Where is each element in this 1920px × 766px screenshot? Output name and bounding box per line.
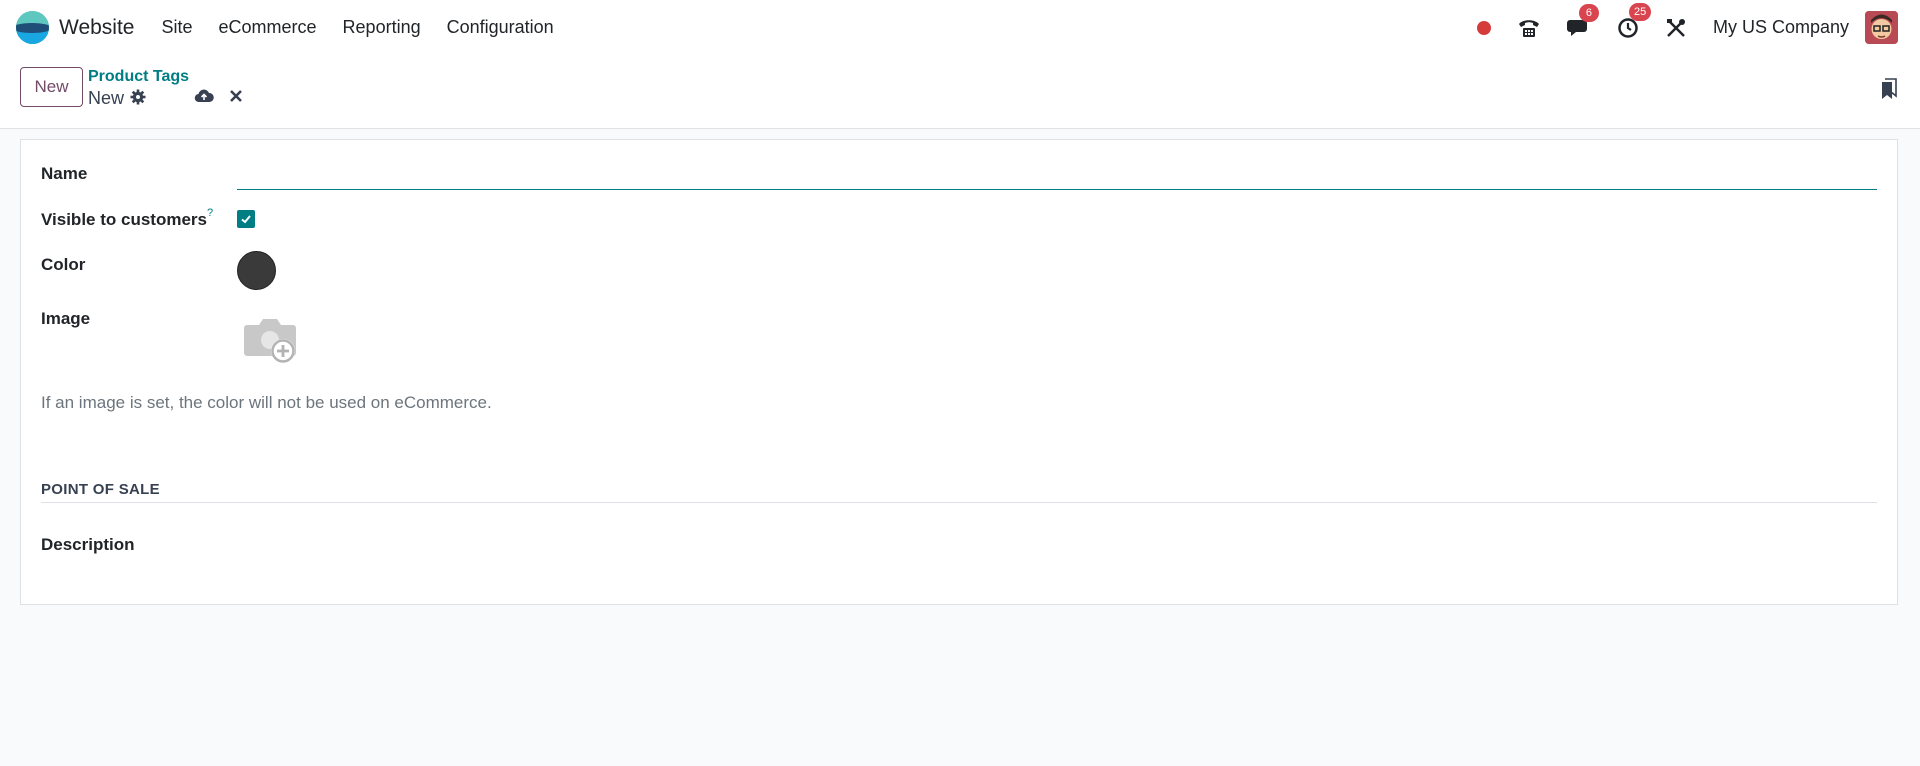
app-brand[interactable]: Website [16, 11, 134, 44]
gear-icon[interactable] [130, 89, 146, 110]
name-input[interactable] [237, 160, 1877, 190]
visible-label: Visible to customers [41, 210, 207, 229]
chat-icon[interactable]: 6 [1566, 3, 1599, 38]
company-switcher[interactable]: My US Company [1713, 17, 1849, 38]
control-panel: New Product Tags New [0, 55, 1920, 129]
image-note: If an image is set, the color will not b… [41, 393, 492, 412]
image-label: Image [41, 309, 91, 328]
section-divider [41, 502, 1877, 503]
color-label: Color [41, 255, 86, 274]
visible-checkbox[interactable] [237, 210, 255, 228]
main-menu: Site eCommerce Reporting Configuration [148, 17, 566, 38]
record-dot-icon[interactable] [1476, 20, 1491, 35]
color-swatch[interactable] [237, 251, 276, 290]
menu-reporting[interactable]: Reporting [330, 17, 434, 38]
messages-badge: 6 [1578, 3, 1599, 22]
app-name: Website [59, 15, 135, 39]
cloud-upload-icon[interactable] [194, 88, 214, 109]
visible-help-tooltip[interactable]: ? [207, 207, 213, 219]
description-label: Description [41, 535, 135, 554]
menu-site[interactable]: Site [148, 17, 205, 38]
clock-icon[interactable]: 25 [1617, 2, 1652, 39]
new-button[interactable]: New [20, 67, 83, 107]
close-icon[interactable] [229, 89, 243, 108]
menu-ecommerce[interactable]: eCommerce [206, 17, 330, 38]
record-name: New [88, 88, 125, 108]
camera-add-icon[interactable] [243, 315, 299, 370]
knowledge-bookmark-icon[interactable] [1880, 78, 1898, 105]
tools-icon[interactable] [1665, 17, 1687, 39]
phone-icon[interactable] [1517, 18, 1541, 38]
breadcrumb-product-tags[interactable]: Product Tags [88, 68, 189, 86]
section-title-point-of-sale: POINT OF SALE [41, 481, 160, 498]
top-navbar: Website Site eCommerce Reporting Configu… [0, 0, 1920, 55]
systray: 6 25 My US Company [1451, 0, 1898, 55]
form-sheet: Name Visible to customers ? Color Image … [20, 139, 1898, 605]
menu-configuration[interactable]: Configuration [434, 17, 567, 38]
name-label: Name [41, 164, 88, 183]
activities-badge: 25 [1628, 2, 1652, 21]
user-avatar[interactable] [1865, 11, 1898, 44]
website-app-icon [16, 11, 49, 44]
